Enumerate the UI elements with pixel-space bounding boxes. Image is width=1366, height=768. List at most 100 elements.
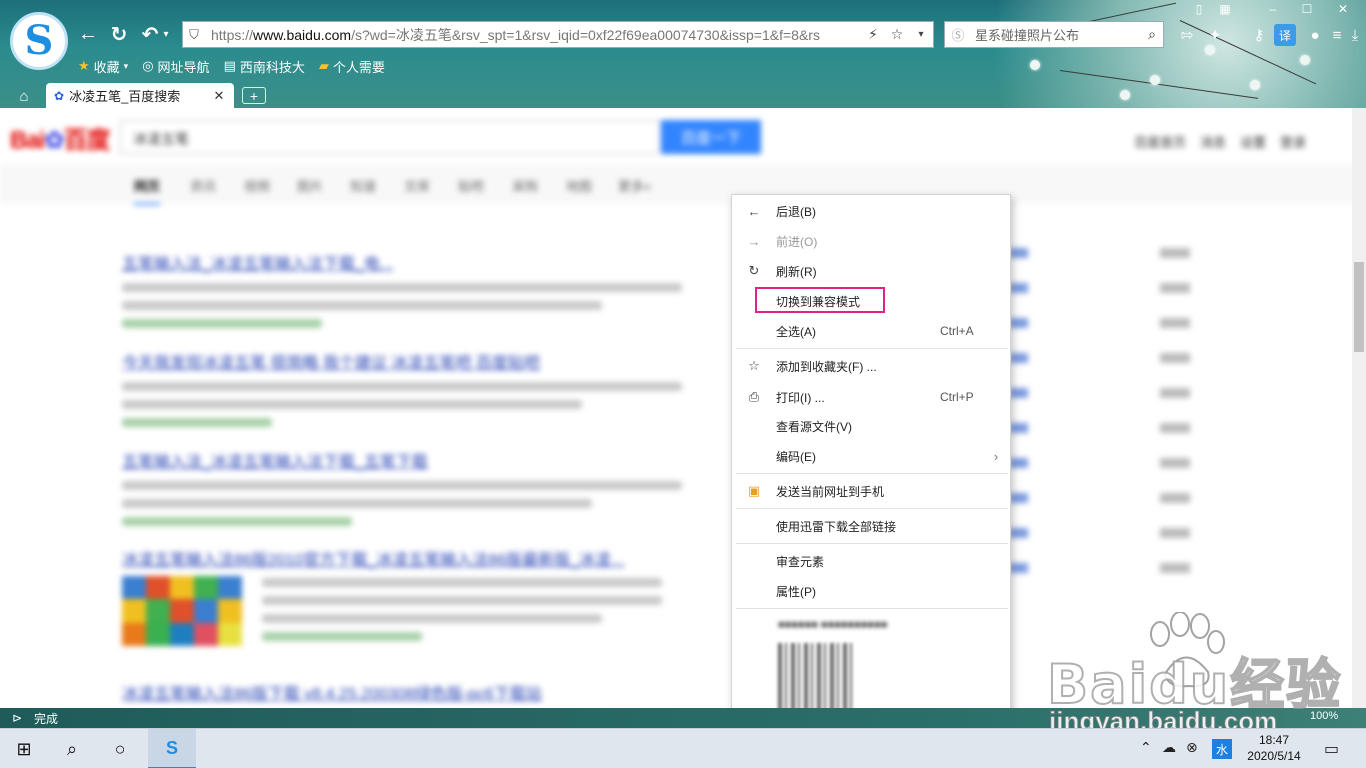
favorites-item[interactable]: ★ 收藏 ▾	[78, 57, 128, 76]
sidebar-toggle-icon[interactable]: ⊳	[0, 711, 34, 725]
sogou-browser-logo[interactable]: S	[10, 12, 68, 70]
task-view-icon[interactable]: ○	[96, 729, 144, 768]
key-icon[interactable]: ⚷	[1248, 24, 1270, 46]
top-link[interactable]: 消息	[1200, 132, 1226, 151]
close-icon[interactable]: ✕	[1332, 1, 1354, 17]
result-url[interactable]	[262, 632, 422, 641]
windows-start-icon[interactable]: ⊞	[0, 729, 48, 768]
search-engine-icon[interactable]: Ⓢ	[945, 25, 971, 44]
hot-list-row[interactable]	[1010, 283, 1190, 294]
undo-dropdown-icon[interactable]: ▾	[160, 22, 172, 46]
address-dropdown-icon[interactable]: ▾	[909, 29, 933, 40]
hot-list-row[interactable]	[1010, 353, 1190, 364]
undo-icon[interactable]: ↶	[138, 22, 162, 46]
result-title[interactable]: 五笔输入法_冰凌五笔输入法下载_电...	[122, 250, 682, 274]
top-link[interactable]: 登录	[1280, 132, 1306, 151]
hot-list-row[interactable]	[1010, 528, 1190, 539]
top-link[interactable]: 设置	[1240, 132, 1266, 151]
hot-list-row[interactable]	[1010, 458, 1190, 469]
menu-item-refresh[interactable]: ↻ 刷新(R)	[732, 258, 1010, 284]
search-result: 冰凌五笔输入法86版2010官方下载_冰凌五笔输入法86版最新版_冰凌...	[122, 546, 682, 570]
baidu-logo[interactable]: Bai✿百度	[10, 120, 110, 155]
hot-list-row[interactable]	[1010, 388, 1190, 399]
nav-tab[interactable]: 贴吧	[458, 176, 484, 195]
system-clock[interactable]: 18:47 2020/5/14	[1240, 732, 1308, 764]
nav-tab[interactable]: 网页	[134, 176, 161, 205]
refresh-icon[interactable]: ↻	[107, 22, 131, 46]
maximize-icon[interactable]: ☐	[1296, 1, 1318, 17]
network-off-icon[interactable]: ⊗	[1186, 739, 1198, 756]
new-tab-button[interactable]: +	[242, 87, 266, 104]
favorites-item[interactable]: ▤ 西南科技大	[224, 57, 305, 76]
zoom-level[interactable]: 100%	[1310, 710, 1338, 722]
menu-item-add-favorite[interactable]: ☆ 添加到收藏夹(F) ...	[732, 353, 1010, 379]
skin-icon[interactable]: ▦	[1214, 1, 1236, 17]
baidu-search-input[interactable]: 冰凌五笔	[120, 120, 660, 154]
nav-tab[interactable]: 采购	[512, 176, 538, 195]
result-thumbnail[interactable]	[122, 576, 242, 646]
hot-list-row[interactable]	[1010, 318, 1190, 329]
result-title[interactable]: 今天我发现冰凌五笔 很简略 我个建议 冰凌五笔吧 百度贴吧	[122, 349, 682, 373]
menu-item-inspect[interactable]: 审查元素	[732, 548, 1010, 574]
notification-icon[interactable]: ▭	[1324, 739, 1339, 759]
translate-icon[interactable]: 译	[1274, 24, 1296, 46]
cloud-icon[interactable]: ☁	[1162, 739, 1176, 756]
menu-item-view-source[interactable]: 查看源文件(V)	[732, 413, 1010, 439]
favorites-item[interactable]: ▰ 个人需要	[319, 57, 385, 76]
result-title[interactable]: 冰凌五笔输入法86版下载 v8.4.25.200308绿色版-pc6下载站	[122, 680, 682, 704]
hot-list-row[interactable]	[1010, 493, 1190, 504]
chat-icon[interactable]: ●	[1304, 24, 1326, 46]
address-bar[interactable]: ⛉ https://www.baidu.com/s?wd=冰凌五笔&rsv_sp…	[182, 21, 934, 48]
ime-indicator[interactable]: 水	[1212, 739, 1232, 759]
menu-item-back[interactable]: ← 后退(B)	[732, 198, 1010, 224]
close-tab-icon[interactable]: ✕	[212, 88, 226, 104]
nav-tab[interactable]: 知道	[350, 176, 376, 195]
page-scrollbar[interactable]	[1352, 108, 1366, 708]
favorites-item[interactable]: ◎ 网址导航	[142, 57, 209, 76]
hot-list-row[interactable]	[1010, 423, 1190, 434]
chevron-up-icon[interactable]: ⌃	[1140, 739, 1152, 756]
download-icon[interactable]: ⤓	[1344, 24, 1366, 46]
nav-tab[interactable]: 文库	[404, 176, 430, 195]
lightning-icon[interactable]: ⚡	[861, 26, 885, 43]
address-url[interactable]: https://www.baidu.com/s?wd=冰凌五笔&rsv_spt=…	[205, 25, 861, 45]
window-mode-icon[interactable]: ▯	[1188, 1, 1210, 17]
menu-item-select-all[interactable]: 全选(A) Ctrl+A	[732, 318, 1010, 344]
menu-item-thunder-download[interactable]: 使用迅雷下载全部链接	[732, 513, 1010, 539]
menu-item-encoding[interactable]: 编码(E) ›	[732, 443, 1010, 469]
nav-tab[interactable]: 视频	[244, 176, 270, 195]
menu-item-print[interactable]: ⎙ 打印(I) ... Ctrl+P	[732, 384, 1010, 410]
back-icon[interactable]: ←	[76, 22, 100, 46]
home-icon[interactable]: ⌂	[10, 85, 38, 107]
result-title[interactable]: 五笔输入法_冰凌五笔输入法下载_五笔下载	[122, 448, 682, 472]
search-icon[interactable]: ⌕	[48, 729, 96, 768]
extension-icon[interactable]: ⇰	[1176, 24, 1198, 46]
top-link[interactable]: 百度首页	[1134, 132, 1186, 151]
baidu-search-button[interactable]: 百度一下	[661, 120, 761, 154]
scrollbar-thumb[interactable]	[1354, 262, 1364, 352]
nav-tab[interactable]: 图片	[297, 176, 323, 195]
result-url[interactable]	[122, 418, 272, 427]
result-url[interactable]	[122, 517, 352, 526]
menu-separator	[736, 348, 1008, 349]
tab-baidu-search[interactable]: ✿ 冰凌五笔_百度搜索 ✕	[46, 83, 234, 108]
hot-list-row[interactable]	[1010, 248, 1190, 259]
sogou-browser-taskbar-icon[interactable]: S	[148, 729, 196, 768]
menu-item-send-to-phone[interactable]: ▣ 发送当前网址到手机	[732, 478, 1010, 504]
blossom-decoration	[1205, 45, 1215, 55]
nav-tab[interactable]: 地图	[566, 176, 592, 195]
star-outline-icon[interactable]: ☆	[885, 26, 909, 43]
search-box[interactable]: Ⓢ 星系碰撞照片公布 ⌕	[944, 21, 1164, 48]
minimize-icon[interactable]: ‒	[1262, 1, 1284, 17]
hot-list-row[interactable]	[1010, 563, 1190, 574]
result-url[interactable]	[122, 319, 322, 328]
tab-strip: ⌂ ✿ 冰凌五笔_百度搜索 ✕ +	[0, 82, 1366, 108]
search-icon[interactable]: ⌕	[1141, 26, 1163, 43]
nav-tab[interactable]: 更多»	[618, 176, 651, 195]
nav-tab[interactable]: 资讯	[190, 176, 216, 195]
star-icon: ★	[78, 58, 90, 73]
extension-icon[interactable]: ✦	[1204, 24, 1226, 46]
search-input[interactable]: 星系碰撞照片公布	[971, 25, 1141, 44]
menu-item-properties[interactable]: 属性(P)	[732, 578, 1010, 604]
result-title[interactable]: 冰凌五笔输入法86版2010官方下载_冰凌五笔输入法86版最新版_冰凌...	[122, 546, 682, 570]
